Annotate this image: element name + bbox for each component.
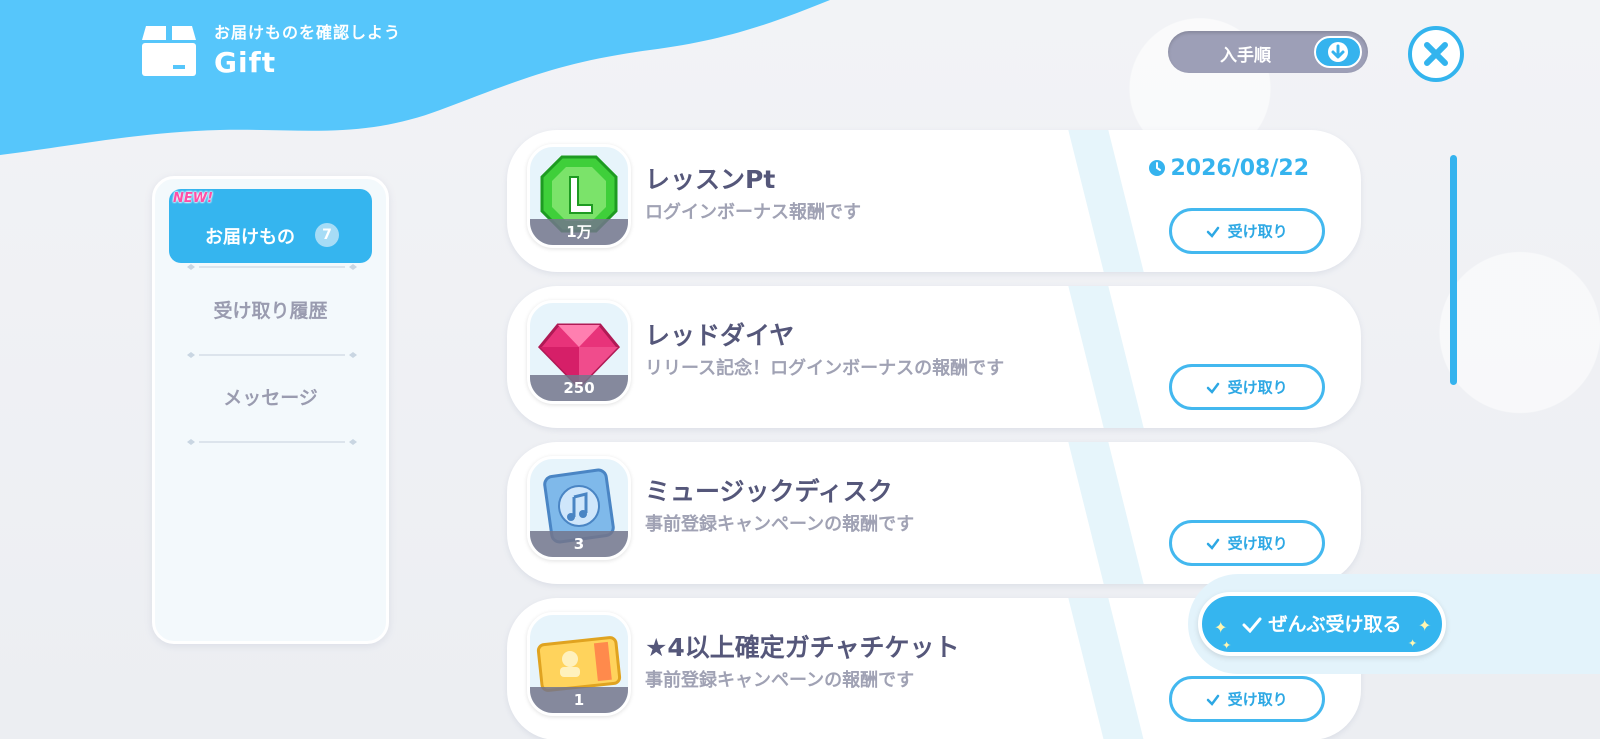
- claim-all-button[interactable]: ぜんぶ受け取る ✦ ✦ ✦ ✦: [1198, 592, 1446, 656]
- arrow-down-icon[interactable]: [1314, 36, 1362, 68]
- gift-count-badge: 7: [315, 223, 339, 247]
- item-quantity: 250: [530, 375, 628, 401]
- sidebar-item-messages[interactable]: メッセージ: [169, 373, 372, 423]
- sidebar-item-label: お届けもの: [205, 227, 295, 248]
- item-description: 事前登録キャンペーンの報酬です: [645, 514, 915, 535]
- claim-button-label: 受け取り: [1227, 378, 1288, 397]
- sparkle-icon: ✦: [1222, 639, 1232, 652]
- expiry-date: 2026/08/22: [1148, 156, 1309, 181]
- sort-order-button[interactable]: 入手順: [1168, 31, 1368, 73]
- sparkle-icon: ✦: [1408, 637, 1418, 650]
- music-disc-icon: 3: [527, 456, 631, 560]
- new-badge: NEW!: [173, 191, 214, 206]
- sparkle-icon: ✦: [1418, 616, 1432, 635]
- claim-button-label: 受け取り: [1227, 222, 1288, 241]
- card-stripe: [1065, 442, 1149, 584]
- clock-icon: [1149, 160, 1166, 176]
- close-icon: [1424, 42, 1448, 66]
- gacha-ticket-icon: 1: [527, 612, 631, 716]
- expiry-date-text: 2026/08/22: [1170, 156, 1309, 181]
- claim-button[interactable]: 受け取り: [1169, 676, 1325, 722]
- sidebar-divider: [187, 264, 357, 270]
- red-diamond-icon: 250: [527, 300, 631, 404]
- claim-button[interactable]: 受け取り: [1169, 364, 1325, 410]
- page-title: Gift: [214, 46, 277, 79]
- item-quantity: 1: [530, 687, 628, 713]
- check-icon: [1207, 538, 1220, 550]
- item-name: ミュージックディスク: [645, 477, 893, 506]
- item-quantity: 1万: [530, 219, 628, 245]
- gift-list-item: 250 レッドダイヤ リリース記念！ログインボーナスの報酬です 受け取り: [507, 286, 1361, 428]
- sidebar-divider: [187, 352, 357, 358]
- claim-button[interactable]: 受け取り: [1169, 520, 1325, 566]
- item-description: リリース記念！ログインボーナスの報酬です: [645, 358, 1005, 379]
- check-icon: [1207, 694, 1220, 706]
- check-icon: [1242, 617, 1262, 633]
- check-icon: [1207, 382, 1220, 394]
- header-subtitle: お届けものを確認しよう: [214, 23, 402, 42]
- item-name: レッドダイヤ: [645, 321, 795, 350]
- sort-label: 入手順: [1220, 46, 1271, 66]
- lesson-pt-icon: 1万: [527, 144, 631, 248]
- close-button[interactable]: [1408, 26, 1464, 82]
- gift-box-icon: [142, 26, 196, 76]
- claim-button-label: 受け取り: [1227, 690, 1288, 709]
- scrollbar[interactable]: [1450, 155, 1457, 385]
- gift-list-item: 1万 レッスンPt ログインボーナス報酬です 2026/08/22 受け取り: [507, 130, 1361, 272]
- card-stripe: [1065, 286, 1149, 428]
- claim-button[interactable]: 受け取り: [1169, 208, 1325, 254]
- gift-list-item: 3 ミュージックディスク 事前登録キャンペーンの報酬です 受け取り: [507, 442, 1361, 584]
- item-description: 事前登録キャンペーンの報酬です: [645, 670, 915, 691]
- item-name: レッスンPt: [645, 165, 776, 194]
- item-description: ログインボーナス報酬です: [645, 202, 861, 223]
- sidebar: お届けもの 7 NEW! 受け取り履歴 メッセージ: [152, 176, 389, 644]
- card-stripe: [1065, 130, 1149, 272]
- check-icon: [1207, 226, 1220, 238]
- card-stripe: [1065, 598, 1149, 739]
- sidebar-item-history[interactable]: 受け取り履歴: [169, 286, 372, 336]
- item-quantity: 3: [530, 531, 628, 557]
- item-name: ★4以上確定ガチャチケット: [645, 633, 960, 662]
- sidebar-divider: [187, 439, 357, 445]
- claim-all-label: ぜんぶ受け取る: [1268, 613, 1402, 636]
- claim-button-label: 受け取り: [1227, 534, 1288, 553]
